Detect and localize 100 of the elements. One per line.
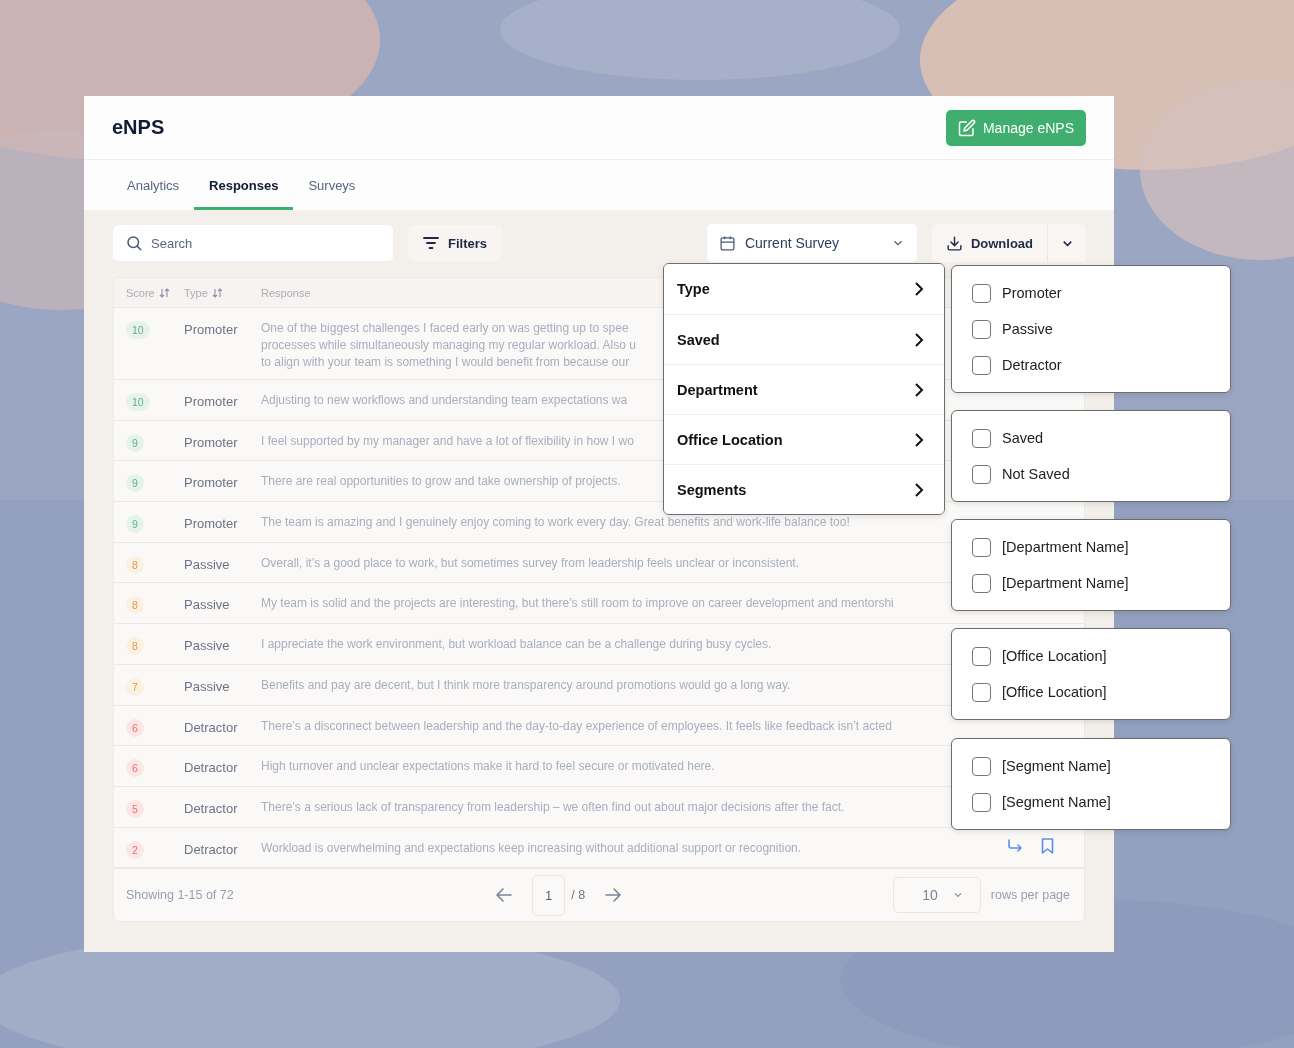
filter-category[interactable]: Type: [664, 264, 944, 314]
previous-page-icon[interactable]: [496, 888, 512, 903]
search-icon: [125, 234, 143, 252]
filter-option[interactable]: [Office Location]: [972, 643, 1210, 669]
response-text: I feel supported by my manager and have a lot of flexibility in how I wo: [261, 432, 634, 450]
filter-option[interactable]: Not Saved: [972, 461, 1210, 487]
type-cell: Passive: [184, 556, 230, 572]
type-cell: Detractor: [184, 719, 238, 735]
response-text: The team is amazing and I genuinely enjoy coming to work every day. Great benefits and work-life balance too!: [261, 514, 850, 532]
response-text: Adjusting to new workflows and understanding team expectations wa: [261, 392, 628, 409]
response-text: I appreciate the work environment, but workload balance can be a challenge during busy cycles.: [261, 636, 772, 654]
search-input[interactable]: Search: [151, 225, 381, 261]
sort-icon[interactable]: [158, 287, 170, 298]
filter-category[interactable]: Department: [664, 364, 944, 414]
checkbox[interactable]: [972, 319, 991, 339]
response-text: There’s a disconnect between leadership and the day-to-day experience of employees. It feels like feedback isn’t acted: [261, 717, 892, 735]
filter-category[interactable]: Office Location: [664, 414, 944, 464]
response-text: High turnover and unclear expectations make it hard to feel secure or motivated here.: [261, 758, 715, 776]
type-cell: Passive: [184, 638, 230, 654]
response-text: One of the biggest challenges I faced early on was getting up to spee: [261, 320, 629, 337]
response-text: There are real opportunities to grow and take ownership of projects.: [261, 473, 621, 491]
filter-option[interactable]: Saved: [972, 425, 1210, 451]
response-text: Benefits and pay are decent, but I think more transparency around promotions would go a long way.: [261, 676, 791, 694]
checkbox[interactable]: [972, 573, 991, 593]
chevron-right-icon: [914, 482, 924, 497]
score-badge: 6: [126, 759, 144, 778]
reply-arrow-icon[interactable]: [1007, 838, 1023, 853]
type-cell: Promoter: [184, 394, 238, 409]
score-badge: 8: [126, 596, 144, 615]
score-badge: 9: [126, 433, 144, 452]
page-field[interactable]: 1: [532, 874, 566, 916]
edit-icon: [957, 118, 976, 137]
score-badge: 7: [126, 677, 144, 696]
score-badge: 10: [126, 393, 150, 411]
tab[interactable]: Surveys: [293, 160, 371, 210]
column-header: Response: [261, 286, 311, 299]
checkbox[interactable]: [972, 792, 991, 812]
score-badge: 8: [126, 637, 144, 656]
page-title: eNPS: [112, 116, 165, 139]
response-text: My team is solid and the projects are interesting, but there’s still room to improve on career development and mentorshi: [261, 595, 894, 613]
filter-option[interactable]: [Segment Name]: [972, 753, 1210, 779]
checkbox[interactable]: [972, 355, 991, 375]
type-cell: Promoter: [184, 516, 238, 532]
type-cell: Passive: [184, 678, 230, 694]
next-page-icon[interactable]: [605, 888, 622, 903]
response-text: Workload is overwhelming and expectations keep increasing without additional support or recognition.: [261, 839, 802, 857]
type-cell: Promoter: [184, 434, 238, 450]
survey-dropdown[interactable]: Current Survey: [706, 224, 917, 262]
type-cell: Detractor: [184, 760, 238, 776]
type-cell: Passive: [184, 597, 230, 613]
checkbox[interactable]: [972, 464, 991, 484]
chevron-right-icon: [914, 332, 924, 347]
rows-per-page-dropdown[interactable]: 10: [893, 877, 981, 914]
type-cell: Detractor: [184, 841, 238, 857]
filter-category[interactable]: Saved: [664, 314, 944, 364]
checkbox[interactable]: [972, 682, 991, 702]
search-field[interactable]: Search: [113, 225, 393, 261]
response-text: There’s a serious lack of transparency from leadership – we often find out about major decisions after the fact.: [261, 798, 845, 816]
filter-option[interactable]: [Segment Name]: [972, 789, 1210, 815]
filters-button[interactable]: Filters: [408, 225, 502, 261]
checkbox[interactable]: [972, 428, 991, 448]
score-badge: 8: [126, 555, 144, 574]
calendar-icon: [718, 234, 736, 252]
bookmark-icon[interactable]: [1041, 837, 1054, 854]
filter-option[interactable]: Detractor: [972, 352, 1210, 378]
sort-icon[interactable]: [211, 287, 223, 298]
response-text: to align with your team is something I would benefit from because our: [261, 354, 630, 371]
chevron-right-icon: [914, 432, 924, 447]
filter-icon: [423, 237, 439, 249]
type-cell: Detractor: [184, 800, 238, 816]
response-text: Overall, it’s a good place to work, but sometimes survey from leadership feels unclear or inconsistent.: [261, 554, 800, 572]
page-total: / 8: [571, 888, 586, 903]
score-badge: 2: [126, 840, 144, 859]
score-badge: 9: [126, 474, 144, 493]
checkbox[interactable]: [972, 756, 991, 776]
filter-category[interactable]: Segments: [664, 464, 944, 514]
filter-option[interactable]: [Department Name]: [972, 534, 1210, 560]
filter-option[interactable]: [Office Location]: [972, 679, 1210, 705]
checkbox[interactable]: [972, 537, 991, 557]
download-icon: [945, 234, 963, 252]
rows-per-page-label: rows per page: [990, 888, 1070, 903]
score-badge: 5: [126, 799, 144, 818]
response-text: processes while simultaneously managing my regular workload. Also u: [261, 337, 636, 354]
score-badge: 9: [126, 515, 144, 534]
tab[interactable]: Analytics: [112, 160, 195, 210]
checkbox[interactable]: [972, 283, 991, 303]
results-count: Showing 1-15 of 72: [126, 888, 235, 903]
chevron-right-icon: [914, 382, 924, 397]
tab[interactable]: Responses: [194, 160, 294, 210]
chevron-right-icon: [914, 282, 924, 296]
checkbox[interactable]: [972, 646, 991, 666]
column-header: Score: [126, 286, 155, 299]
filter-option[interactable]: [Department Name]: [972, 570, 1210, 596]
filter-option[interactable]: Passive: [972, 316, 1210, 342]
type-cell: Promoter: [184, 475, 238, 491]
score-badge: 6: [126, 718, 144, 737]
type-cell: Promoter: [184, 322, 238, 337]
filter-option[interactable]: Promoter: [972, 280, 1210, 306]
score-badge: 10: [126, 321, 150, 339]
column-header: Type: [184, 286, 208, 299]
